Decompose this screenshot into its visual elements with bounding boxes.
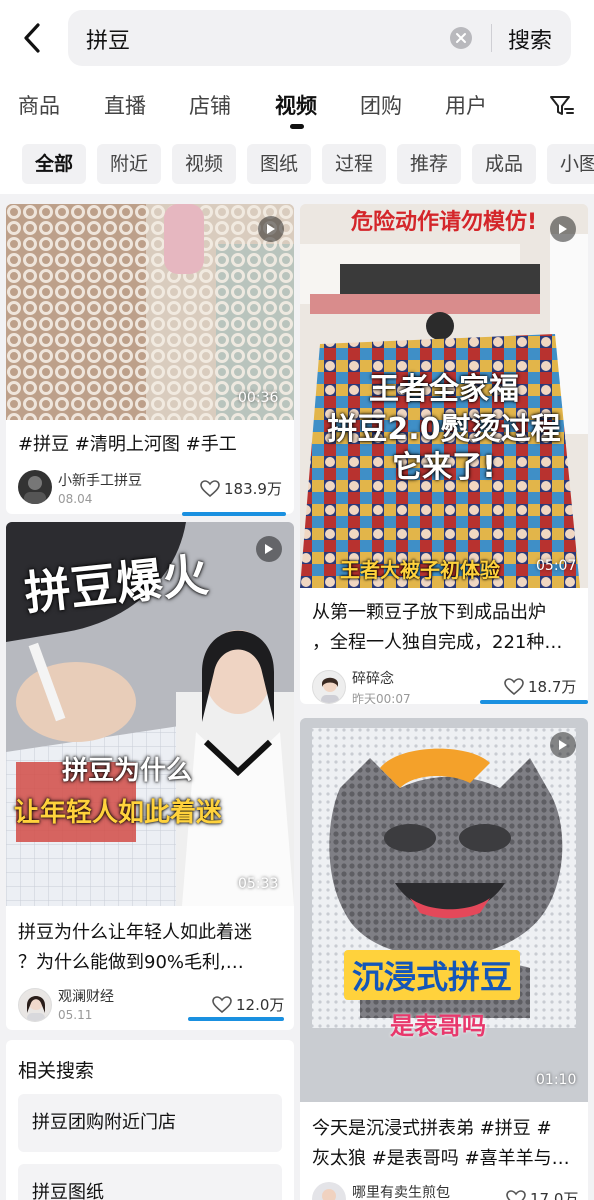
like-count-text: 18.7万	[528, 678, 577, 696]
tab-goods[interactable]: 商品	[18, 90, 60, 120]
author-name[interactable]: 碎碎念	[352, 668, 394, 688]
tab-videos[interactable]: 视频	[275, 90, 317, 120]
video-card[interactable]: 拼豆爆火 拼豆为什么 让年轻人如此着迷 05:33 拼豆为什么让年轻人如此着迷 …	[6, 522, 294, 1030]
overlay-headline: 沉浸式拼豆	[344, 950, 521, 1000]
chip-pattern[interactable]: 图纸	[247, 144, 311, 184]
related-search-item[interactable]: 拼豆图纸	[18, 1164, 282, 1200]
annotation-underline	[480, 700, 588, 704]
video-title-line-2: 灰太狼 #是表哥吗 #喜羊羊与…	[312, 1148, 570, 1169]
filter-icon[interactable]	[548, 92, 576, 120]
like-count[interactable]: 12.0万	[212, 994, 284, 1015]
avatar[interactable]	[18, 470, 52, 504]
play-icon	[550, 216, 576, 242]
chip-video[interactable]: 视频	[172, 144, 236, 184]
video-thumbnail[interactable]: 沉浸式拼豆 是表哥吗 01:10	[300, 718, 588, 1102]
video-title-line-1: 今天是沉浸式拼表弟 #拼豆 #	[312, 1118, 552, 1139]
overlay-text: 是表哥吗	[390, 1012, 486, 1040]
related-searches-title: 相关搜索	[18, 1060, 95, 1082]
warning-overlay: 危险动作请勿模仿!	[350, 210, 538, 235]
top-search-bar: 拼豆 搜索	[0, 0, 594, 76]
play-icon	[256, 536, 282, 562]
search-input[interactable]: 拼豆 搜索	[68, 10, 571, 66]
video-duration: 01:10	[536, 1072, 577, 1088]
active-tab-indicator	[290, 124, 304, 129]
like-count-text: 17.0万	[530, 1190, 579, 1200]
post-date: 08.04	[58, 492, 93, 506]
video-title-line-1: 拼豆为什么让年轻人如此着迷	[18, 922, 252, 943]
chip-recommend[interactable]: 推荐	[397, 144, 461, 184]
tab-users[interactable]: 用户	[445, 90, 487, 120]
video-title: #拼豆 #清明上河图 #手工	[18, 434, 237, 455]
clear-icon[interactable]	[450, 27, 472, 49]
avatar[interactable]	[18, 988, 52, 1022]
related-search-item[interactable]: 拼豆团购附近门店	[18, 1094, 282, 1152]
video-thumbnail[interactable]: 00:36	[6, 204, 294, 420]
overlay-text: 让年轻人如此着迷	[14, 798, 223, 828]
overlay-text: 它来了!	[392, 450, 496, 485]
category-tabs: 商品 直播 店铺 视频 团购 用户	[0, 76, 594, 136]
tab-group-buy[interactable]: 团购	[360, 90, 402, 120]
video-card[interactable]: 00:36 #拼豆 #清明上河图 #手工 小新手工拼豆 08.04 183.9万	[6, 204, 294, 514]
search-divider	[491, 24, 492, 52]
avatar[interactable]	[312, 1182, 346, 1200]
tab-live[interactable]: 直播	[104, 90, 146, 120]
avatar[interactable]	[312, 670, 346, 704]
search-button[interactable]: 搜索	[508, 23, 552, 55]
video-title-line-1: 从第一颗豆子放下到成品出炉	[312, 602, 546, 623]
like-count-text: 183.9万	[224, 480, 282, 498]
filter-chips: 全部 附近 视频 图纸 过程 推荐 成品 小图	[0, 136, 594, 194]
post-date: 05.11	[58, 1008, 93, 1022]
overlay-text: 王者全家福	[369, 372, 519, 407]
overlay-caption: 王者大被子初体验	[340, 558, 500, 582]
like-count-text: 12.0万	[236, 996, 285, 1014]
overlay-text: 拼豆为什么	[62, 756, 193, 786]
heart-icon	[506, 1189, 526, 1200]
video-duration: 05:33	[238, 876, 279, 892]
video-thumbnail[interactable]: 拼豆爆火 拼豆为什么 让年轻人如此着迷 05:33	[6, 522, 294, 906]
chip-process[interactable]: 过程	[322, 144, 386, 184]
video-card[interactable]: 沉浸式拼豆 是表哥吗 01:10 今天是沉浸式拼表弟 #拼豆 # 灰太狼 #是表…	[300, 718, 588, 1200]
video-duration: 05:07	[536, 558, 577, 574]
related-searches: 相关搜索 拼豆团购附近门店 拼豆图纸	[6, 1040, 294, 1200]
heart-icon	[212, 995, 232, 1013]
chip-all[interactable]: 全部	[22, 144, 86, 184]
chip-finished[interactable]: 成品	[472, 144, 536, 184]
video-title-line-2: ？为什么能做到90%毛利,…	[18, 952, 244, 973]
video-title-line-2: ，全程一人独自完成，221种…	[312, 632, 563, 653]
annotation-underline	[182, 512, 286, 516]
video-duration: 00:36	[238, 390, 279, 406]
search-query-text: 拼豆	[86, 29, 131, 54]
heart-icon	[200, 479, 220, 497]
chip-nearby[interactable]: 附近	[97, 144, 161, 184]
play-icon	[258, 216, 284, 242]
heart-icon	[504, 677, 524, 695]
back-icon[interactable]	[14, 18, 50, 58]
annotation-underline	[188, 1017, 284, 1021]
author-name[interactable]: 小新手工拼豆	[58, 470, 142, 490]
post-date: 昨天00:07	[352, 692, 411, 704]
video-card[interactable]: 危险动作请勿模仿! 王者全家福 拼豆2.0熨烫过程 它来了! 王者大被子初体验 …	[300, 204, 588, 704]
like-count[interactable]: 17.0万	[506, 1188, 578, 1200]
author-name[interactable]: 观澜财经	[58, 986, 114, 1006]
author-name[interactable]: 哪里有卖生煎包	[352, 1182, 450, 1200]
chip-small-pattern[interactable]: 小图	[547, 144, 594, 184]
like-count[interactable]: 18.7万	[504, 676, 576, 697]
like-count[interactable]: 183.9万	[200, 478, 282, 499]
play-icon	[550, 732, 576, 758]
tab-shops[interactable]: 店铺	[189, 90, 231, 120]
video-thumbnail[interactable]: 危险动作请勿模仿! 王者全家福 拼豆2.0熨烫过程 它来了! 王者大被子初体验 …	[300, 204, 588, 588]
